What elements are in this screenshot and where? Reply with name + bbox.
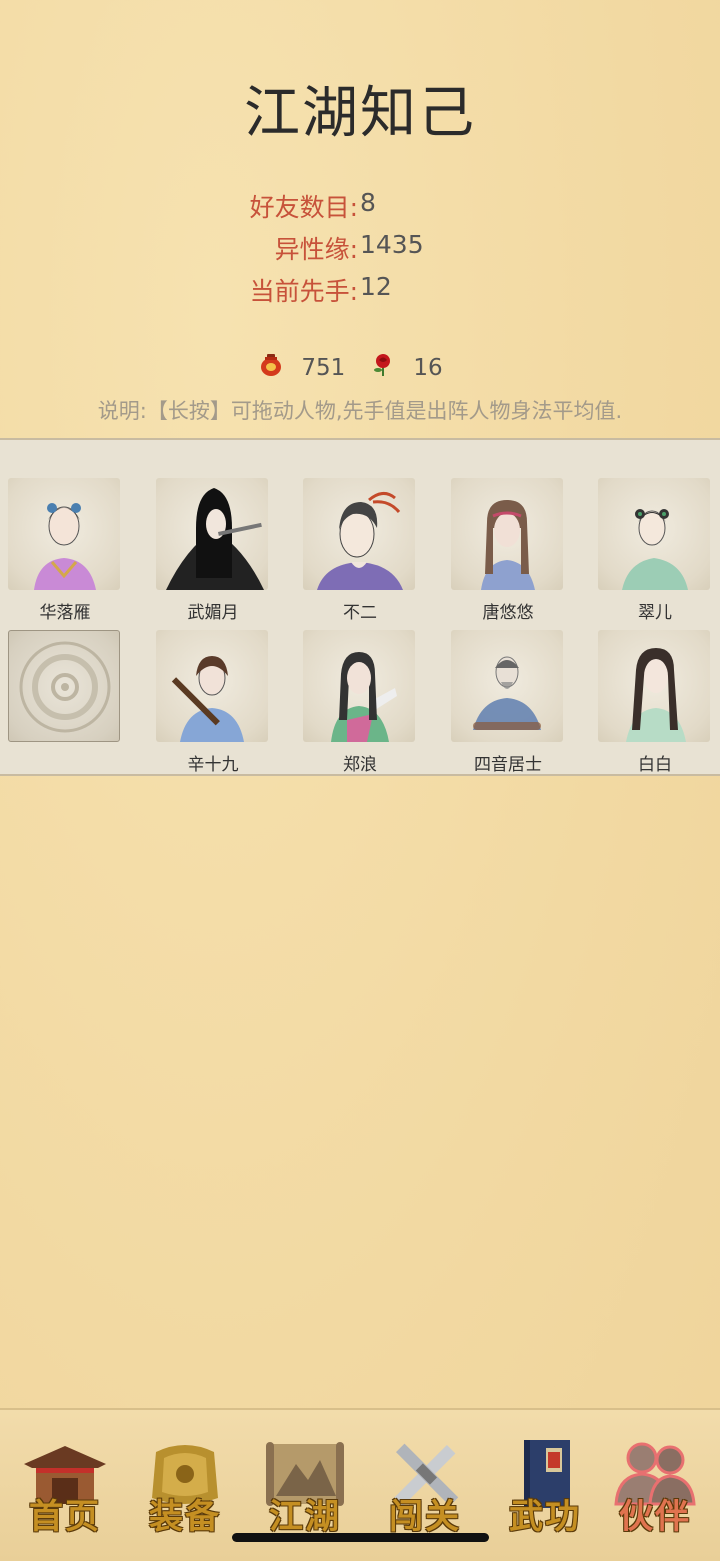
- companion-panel: 华落雁 武媚月 不二 唐悠悠 翠儿 辛十九 郑浪 四音居士 白白: [0, 438, 720, 776]
- companion-card[interactable]: 华落雁: [8, 478, 122, 623]
- nav-label: 武功: [509, 1497, 581, 1537]
- rose-count: 16: [413, 355, 443, 381]
- stat-label: 异性缘:: [274, 235, 358, 264]
- companion-card[interactable]: 不二: [303, 478, 417, 623]
- companion-portrait: [598, 630, 710, 742]
- companion-name: 郑浪: [343, 755, 377, 775]
- empty-companion-slot[interactable]: [8, 630, 122, 750]
- stat-charm: 异性缘: 1435: [0, 230, 720, 270]
- nav-label: 江湖: [269, 1497, 341, 1537]
- companion-card[interactable]: 郑浪: [303, 630, 417, 775]
- nav-label: 闯关: [389, 1497, 461, 1537]
- nav-challenge[interactable]: 闯关: [370, 1432, 480, 1542]
- wine-count: 751: [301, 355, 346, 381]
- stat-label: 当前先手:: [249, 277, 358, 306]
- stat-label: 好友数目:: [249, 193, 358, 222]
- companion-card[interactable]: 翠儿: [598, 478, 712, 623]
- nav-label: 装备: [149, 1497, 221, 1537]
- stat-value: 8: [360, 188, 376, 217]
- companion-portrait: [303, 630, 415, 742]
- rose-icon: [370, 352, 396, 384]
- companion-portrait: [156, 630, 268, 742]
- nav-equipment[interactable]: 装备: [130, 1432, 240, 1542]
- companion-card[interactable]: 辛十九: [156, 630, 270, 775]
- stat-friend-count: 好友数目: 8: [0, 188, 720, 228]
- wine-counter: 751: [258, 352, 345, 386]
- companion-portrait: [451, 630, 563, 742]
- nav-label: 首页: [29, 1497, 101, 1537]
- empty-slot-emblem: [8, 630, 120, 742]
- wine-jar-icon: [258, 352, 284, 384]
- companion-name: 武媚月: [187, 603, 239, 623]
- companion-portrait: [303, 478, 415, 590]
- companion-portrait: [451, 478, 563, 590]
- nav-jianghu[interactable]: 江湖: [250, 1432, 360, 1542]
- companion-name: 白白: [638, 755, 672, 775]
- nav-martial-arts[interactable]: 武功: [490, 1432, 600, 1542]
- companion-name: 不二: [343, 603, 377, 623]
- companion-name: 四音居士: [474, 755, 542, 775]
- companion-card[interactable]: 武媚月: [156, 478, 270, 623]
- companion-card[interactable]: 白白: [598, 630, 712, 775]
- companion-name: 辛十九: [187, 755, 239, 775]
- page-title: 江湖知己: [244, 81, 476, 146]
- companion-card[interactable]: 唐悠悠: [451, 478, 565, 623]
- companion-portrait: [156, 478, 268, 590]
- nav-home[interactable]: 首页: [10, 1432, 120, 1542]
- companion-name: 华落雁: [39, 603, 91, 623]
- companion-portrait: [8, 478, 120, 590]
- home-indicator[interactable]: [232, 1533, 489, 1542]
- nav-label: 伙伴: [619, 1497, 691, 1537]
- companion-name: 唐悠悠: [482, 603, 534, 623]
- rose-counter: 16: [370, 352, 443, 386]
- instruction-note: 说明:【长按】可拖动人物,先手值是出阵人物身法平均值.: [97, 399, 623, 423]
- stat-value: 12: [360, 272, 392, 301]
- stat-value: 1435: [360, 230, 424, 259]
- companion-portrait: [598, 478, 710, 590]
- companion-name: 翠儿: [638, 603, 672, 623]
- nav-companions[interactable]: 伙伴: [600, 1432, 710, 1542]
- companion-card[interactable]: 四音居士: [451, 630, 565, 775]
- stat-initiative: 当前先手: 12: [0, 272, 720, 312]
